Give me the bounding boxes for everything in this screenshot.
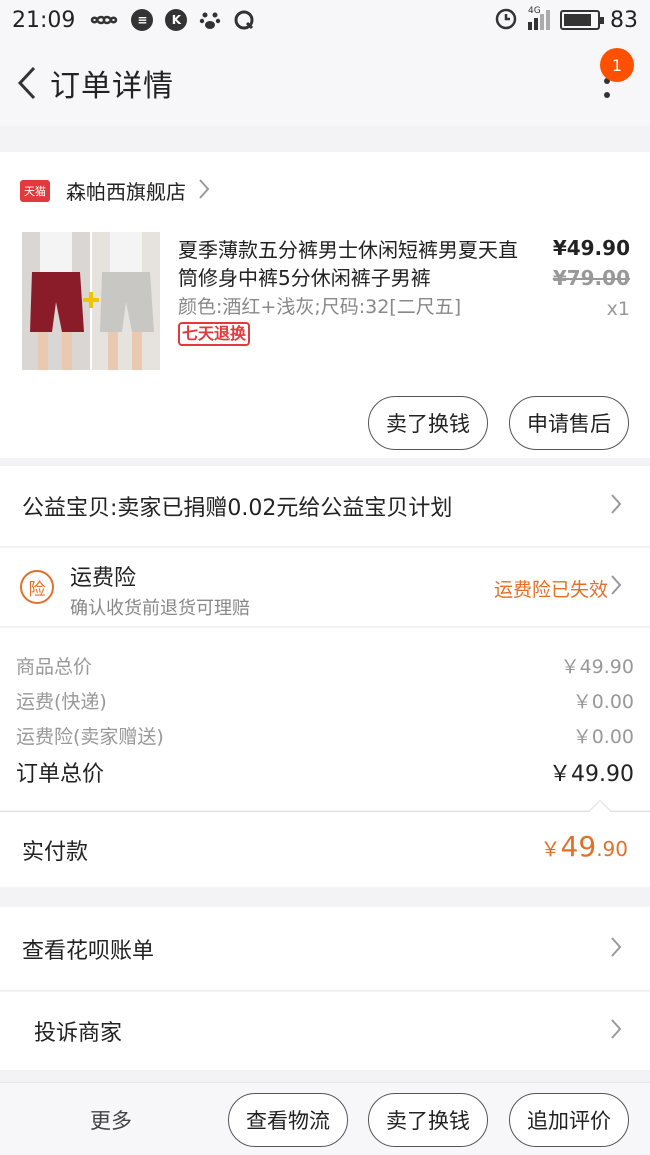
insurance-title: 运费险 — [70, 566, 137, 591]
price-line-shipping: 运费(快递) ￥0.00 — [16, 687, 634, 714]
huabei-bill-label: 查看花呗账单 — [22, 938, 155, 964]
paid-decimal: .90 — [596, 837, 628, 861]
product-image[interactable] — [22, 232, 160, 370]
price-line-goods: 商品总价 ￥49.90 — [16, 652, 634, 679]
paid-currency: ￥ — [540, 837, 561, 861]
add-review-button[interactable]: 追加评价 — [509, 1093, 629, 1147]
price-line-insurance: 运费险(卖家赠送) ￥0.00 — [16, 722, 634, 749]
product-spec: 颜色:酒红+浅灰;尺码:32[二尺五] — [178, 296, 462, 318]
shipping-insurance-row[interactable]: 险 运费险 确认收货前退货可理赔 运费险已失效 — [0, 548, 650, 626]
insurance-status: 运费险已失效 — [493, 579, 608, 601]
price-line-value: ￥0.00 — [572, 726, 634, 748]
status-bar: 21:09 ≡ K 4G 83 — [0, 0, 650, 40]
paw-icon — [199, 9, 221, 31]
back-button[interactable] — [4, 61, 48, 105]
insurance-icon: 险 — [20, 570, 54, 604]
title-bar: 订单详情 1 — [0, 40, 650, 126]
battery-icon — [560, 10, 604, 30]
complain-seller-row[interactable]: 投诉商家 — [0, 992, 650, 1070]
message-icon: ≡ — [131, 9, 154, 31]
price-line-label: 商品总价 — [16, 656, 93, 678]
chevron-right-icon — [610, 936, 622, 962]
page-title: 订单详情 — [50, 69, 174, 104]
order-total-value: ￥49.90 — [549, 762, 634, 787]
shop-link[interactable]: 天猫 森帕西旗舰店 — [20, 176, 210, 205]
view-logistics-button[interactable]: 查看物流 — [228, 1093, 348, 1147]
notification-badge: 1 — [600, 48, 634, 82]
huabei-bill-row[interactable]: 查看花呗账单 — [0, 907, 650, 991]
paid-amount: ￥49.90 — [541, 830, 628, 863]
price-line-value: ￥0.00 — [572, 691, 634, 713]
paid-label: 实付款 — [22, 840, 89, 865]
network-type: 4G — [528, 6, 541, 16]
seven-day-return-tag: 七天退换 — [178, 322, 251, 346]
chevron-right-icon — [610, 574, 622, 600]
product-title[interactable]: 夏季薄款五分裤男士休闲短裤男夏天直筒修身中裤5分休闲裤子男裤 — [178, 236, 518, 292]
tmall-logo: 天猫 — [20, 179, 50, 202]
price-line-label: 运费(快递) — [16, 691, 107, 713]
chevron-right-icon — [610, 493, 622, 519]
order-total-label: 订单总价 — [16, 762, 105, 787]
insurance-subtitle: 确认收货前退货可理赔 — [70, 598, 250, 619]
sell-for-cash-button[interactable]: 卖了换钱 — [368, 396, 488, 450]
product-price: ¥49.90 — [552, 236, 630, 260]
shop-name: 森帕西旗舰店 — [66, 180, 186, 204]
signal-icon: 4G — [528, 6, 550, 30]
charity-row[interactable]: 公益宝贝:卖家已捐赠0.02元给公益宝贝计划 — [0, 466, 650, 546]
paid-amount-row: 实付款 ￥49.90 — [0, 799, 650, 887]
chevron-right-icon — [198, 178, 210, 204]
price-line-label: 运费险(卖家赠送) — [16, 726, 164, 748]
alarm-icon — [494, 6, 518, 34]
product-quantity: x1 — [606, 298, 630, 320]
order-total-line: 订单总价 ￥49.90 — [16, 756, 634, 788]
complain-seller-label: 投诉商家 — [34, 1021, 123, 1046]
infinity-icon — [89, 12, 119, 28]
charity-label: 公益宝贝:卖家已捐赠0.02元给公益宝贝计划 — [22, 496, 453, 521]
q-app-icon — [233, 9, 255, 31]
product-original-price: ¥79.00 — [552, 266, 630, 290]
bottom-action-bar: 更多 查看物流 卖了换钱 追加评价 — [0, 1082, 650, 1155]
k-app-icon: K — [165, 9, 188, 31]
battery-percent: 83 — [610, 7, 638, 33]
chevron-right-icon — [610, 1018, 622, 1044]
paid-integer: 49 — [560, 830, 597, 863]
more-button[interactable]: 更多 — [90, 1105, 132, 1135]
after-sales-button[interactable]: 申请售后 — [509, 396, 629, 450]
price-line-value: ￥49.90 — [560, 656, 634, 678]
price-summary: 商品总价 ￥49.90 运费(快递) ￥0.00 运费险(卖家赠送) ￥0.00… — [0, 628, 650, 810]
order-item-card: 天猫 森帕西旗舰店 夏季薄款五分裤男士休闲短裤男夏天直筒修身中裤5分休闲裤子男裤… — [0, 152, 650, 458]
status-time: 21:09 — [12, 7, 76, 33]
sell-for-cash-button[interactable]: 卖了换钱 — [368, 1093, 488, 1147]
